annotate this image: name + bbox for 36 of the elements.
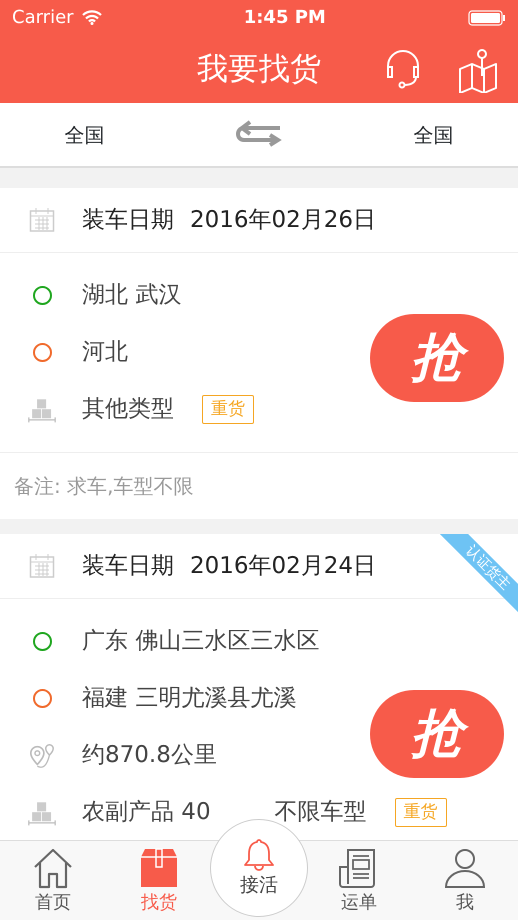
origin-dot-icon [32, 286, 52, 305]
wifi-icon [82, 10, 102, 25]
person-icon [444, 847, 486, 889]
cargo-info: 其他类型 [82, 395, 174, 424]
origin-dot-icon [32, 632, 52, 651]
headset-icon[interactable] [384, 49, 422, 89]
distance-text: 约870.8公里 [82, 741, 217, 770]
route-city: 广东 佛山三水区三水区 [82, 627, 320, 656]
tab-item[interactable]: 运单 [306, 841, 412, 920]
destination-dot-icon [32, 343, 52, 362]
map-icon[interactable] [458, 49, 498, 93]
bell-icon [242, 836, 276, 871]
status-time: 1:45 PM [244, 6, 326, 30]
load-date: 2016年02月26日 [190, 206, 376, 235]
route-city: 福建 三明尤溪县尤溪 [82, 684, 296, 714]
region-selector[interactable]: 全国 [64, 120, 105, 150]
page-title: 我要找货 [197, 50, 321, 89]
date-label: 装车日期 [82, 552, 174, 581]
tab-item[interactable]: 首页 [0, 841, 106, 920]
note-text: 备注: 求车,车型不限 [14, 473, 194, 500]
date-label: 装车日期 [82, 206, 174, 235]
cargo-info: 农副产品 40 [82, 798, 211, 828]
region-selector[interactable]: 全国 [413, 120, 454, 150]
battery-icon [468, 10, 506, 26]
load-date: 2016年02月24日 [190, 552, 376, 581]
calendar-icon [29, 553, 55, 579]
cargo-tag: 重货 [394, 798, 447, 828]
route-city: 河北 [82, 338, 128, 368]
calendar-icon [29, 207, 55, 233]
carrier-name: Carrier [12, 6, 74, 30]
tab-item[interactable]: 我 [412, 841, 518, 920]
cargo-tag: 重货 [202, 394, 254, 424]
destination-dot-icon [32, 689, 52, 708]
box-icon [138, 847, 180, 889]
route-city: 湖北 武汉 [82, 281, 182, 310]
home-icon [32, 847, 74, 889]
